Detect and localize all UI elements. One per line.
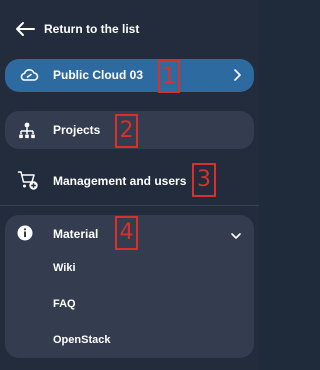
- management-label: Management and users: [53, 174, 187, 188]
- material-item-wiki[interactable]: Wiki: [53, 262, 76, 274]
- annotation-marker-4: 4: [115, 216, 138, 250]
- annotation-marker-3: 3: [192, 163, 216, 197]
- sidebar-item-public-cloud[interactable]: Public Cloud 03: [5, 59, 254, 92]
- sidebar-panel: Return to the list Public Cloud 03 Proje…: [0, 0, 259, 370]
- annotation-marker-2: 2: [115, 114, 138, 148]
- arrow-left-icon: [14, 21, 36, 37]
- cloud-icon: [19, 67, 39, 83]
- return-link-label: Return to the list: [44, 22, 140, 36]
- material-item-openstack[interactable]: OpenStack: [53, 334, 110, 346]
- info-icon: [17, 225, 33, 241]
- sidebar-item-management[interactable]: Management and users: [5, 164, 254, 196]
- public-cloud-label: Public Cloud 03: [53, 68, 144, 82]
- return-to-list-link[interactable]: Return to the list: [14, 18, 139, 40]
- material-item-faq[interactable]: FAQ: [53, 298, 76, 310]
- chevron-down-icon: [230, 228, 242, 239]
- chevron-right-icon: [232, 68, 242, 82]
- divider: [0, 205, 259, 206]
- cart-add-icon: [17, 169, 39, 191]
- hierarchy-icon: [17, 121, 37, 141]
- projects-label: Projects: [53, 123, 101, 137]
- material-label: Material: [53, 227, 99, 241]
- annotation-marker-1: 1: [158, 60, 180, 93]
